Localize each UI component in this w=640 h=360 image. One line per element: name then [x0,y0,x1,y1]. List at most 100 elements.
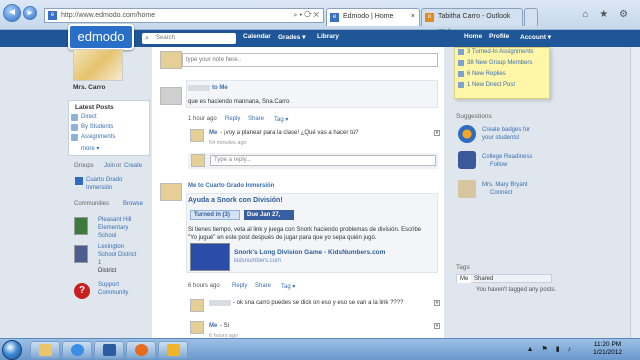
internet-explorer-icon [71,344,84,356]
community-line: Lexington [98,244,125,250]
address-tools-icon[interactable]: ⌕ ▾ ⟳ ✕ [293,9,319,22]
notif-turned-in[interactable]: 3 Turned-In Assignments [458,49,534,55]
community-lexington[interactable]: Lexington School District 1 District [98,243,136,275]
edmodo-tab-icon: e [330,13,339,22]
tab-outlook[interactable]: o Tabitha Carro - Outlook Web ... [421,8,523,36]
post2-meta[interactable]: Me to Cuarto Grado Inmersión [188,183,274,189]
tag-tab-me[interactable]: Me [457,275,472,283]
post1-reply-link[interactable]: Reply [225,116,240,122]
community-line: 1 [98,260,102,266]
left-sidebar: Mrs. Carro Latest Posts Direct By Studen… [68,47,150,337]
address-url: http://www.edmodo.com/home [61,12,156,19]
create-group-link[interactable]: Create [124,163,142,169]
nav-profile[interactable]: Profile [489,33,509,40]
students-icon [71,124,78,131]
community-line: Pleasant Hill [98,217,132,223]
reply3-menu-icon[interactable]: ▾ [434,323,440,329]
note-avatar [160,51,182,69]
tag-tab-shared[interactable]: Shared [471,275,496,283]
reply1-menu-icon[interactable]: ▾ [434,130,440,136]
suggestion-college[interactable]: College Readiness Follow [482,153,532,169]
search-placeholder: Search [156,35,176,41]
new-tab-button[interactable] [524,8,538,26]
search-icon: ⌕ [145,35,149,42]
folder-icon [39,344,52,356]
tab-close-icon[interactable]: × [411,9,415,25]
start-button[interactable] [2,340,22,360]
filter-direct[interactable]: Direct [71,114,97,121]
post1-tag-link[interactable]: Tag ▾ [274,116,288,123]
tab-edmodo[interactable]: e Edmodo | Home × [326,8,420,26]
follow-button[interactable]: Follow [482,161,532,169]
browser-tools-icons[interactable]: ⌂ ★ ⚙ [582,9,632,20]
community-pleasant-hill[interactable]: Pleasant Hill Elementary School [98,216,131,240]
latest-posts-title[interactable]: Latest Posts [75,104,114,111]
tags-title: Tags [456,264,470,271]
tags-empty-text: You haven't tagged any posts. [476,287,556,293]
reply1-name[interactable]: Me [209,130,217,136]
filter-label: Assignments [81,134,116,140]
community-line: Support [98,282,120,288]
notif-label: 3 Turned-In Assignments [467,49,534,55]
clock-time: 11:20 PM [593,341,622,348]
notif-new-members[interactable]: 38 New Group Members [458,60,532,66]
notif-direct-post[interactable]: 1 New Direct Post [458,82,516,88]
post2-tag-link[interactable]: Tag ▾ [281,283,295,290]
explorer-taskbar-button[interactable] [30,341,60,359]
community-support[interactable]: Support Community [98,281,128,297]
pleasant-hill-icon [74,217,88,235]
note-input[interactable]: type your note here.. [182,53,438,67]
community-line: Community [98,290,129,296]
reply1-text: - ¡voy a planear para la clase! ¿Qué vas… [220,130,359,136]
join-group-link[interactable]: Join [104,163,115,169]
nav-account[interactable]: Account ▾ [520,33,551,41]
media-taskbar-button[interactable] [94,341,124,359]
group-name-line1[interactable]: Cuarto Grado [86,177,122,183]
more-link[interactable]: more ▾ [81,145,99,152]
community-line: School District [98,252,137,258]
nav-home[interactable]: Home [464,33,482,40]
nav-grades[interactable]: Grades ▾ [278,33,305,41]
link-thumbnail[interactable] [190,243,230,271]
notif-new-replies[interactable]: 6 New Replies [458,71,506,77]
user-avatar[interactable] [73,49,123,81]
connect-button[interactable]: Connect [482,189,528,197]
reply2-menu-icon[interactable]: ▾ [434,300,440,306]
suggestion-mary-bryant[interactable]: Mrs. Mary Bryant Connect [482,181,528,197]
assignment-title[interactable]: Ayuda a Snork con División! [188,197,283,204]
post2-share-link[interactable]: Share [255,283,271,289]
reply3-text: - Sí [220,323,230,329]
tab-label: Edmodo | Home [343,13,394,20]
turned-in-button[interactable]: Turned in (3) [190,210,240,220]
assignment-body-line2: "Yo jugué" en este post después de jugar… [188,235,377,241]
group-name-line2[interactable]: Inmersión [86,185,112,191]
nav-library[interactable]: Library [317,33,339,40]
outlook-taskbar-button[interactable] [158,341,188,359]
assignments-icon [71,134,78,141]
back-button[interactable]: ◄ [3,4,21,22]
system-tray-icons[interactable]: ▲ ⚑ ▮ ♪ [527,345,574,353]
page-scrollbar[interactable] [630,47,640,338]
firefox-taskbar-button[interactable] [126,341,156,359]
reply-input[interactable]: Type a reply... [210,155,436,166]
forward-button[interactable]: ► [23,6,37,20]
latest-posts-panel: Latest Posts Direct By Students Assignme… [68,100,150,156]
address-bar[interactable]: e http://www.edmodo.com/home ⌕ ▾ ⟳ ✕ [44,8,324,23]
link-title[interactable]: Snork's Long Division Game - KidsNumbers… [234,249,385,256]
search-input[interactable]: ⌕ Search [142,33,236,44]
notif-label: 1 New Direct Post [467,82,516,88]
nav-calendar[interactable]: Calendar [243,33,271,40]
ie-taskbar-button[interactable] [62,341,92,359]
post2-reply-link[interactable]: Reply [232,283,247,289]
reply3-name[interactable]: Me [209,323,217,329]
replies-icon [458,71,464,77]
browse-communities-link[interactable]: Browse [123,201,143,207]
post1-share-link[interactable]: Share [248,116,264,122]
windows-taskbar: ▲ ⚑ ▮ ♪ 11:20 PM 1/21/2012 [0,338,640,360]
filter-assignments[interactable]: Assignments [71,134,116,141]
taskbar-clock[interactable]: 11:20 PM 1/21/2012 [593,341,622,357]
filter-by-students[interactable]: By Students [71,124,113,131]
suggestion-line: Create badges for [482,127,531,133]
suggestion-badges[interactable]: Create badges for your students! [482,126,530,142]
post1-recipient[interactable]: to Me [212,85,228,91]
